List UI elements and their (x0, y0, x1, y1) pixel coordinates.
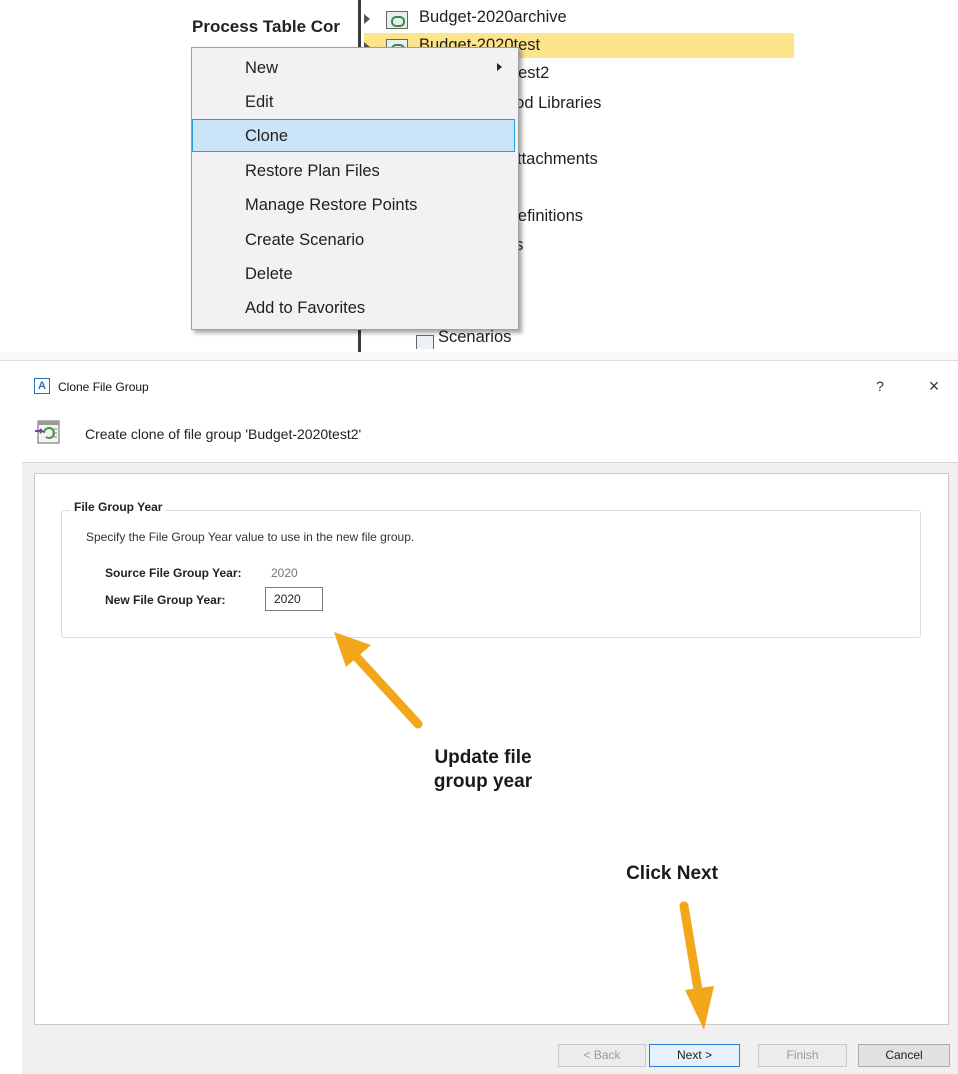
arrow-to-year-input (334, 632, 423, 729)
annotation-layer (334, 632, 714, 1030)
annotation-click-next: Click Next (626, 863, 718, 884)
arrow-to-next-button (679, 901, 714, 1030)
annotation-update-year: Update file group year (383, 746, 583, 794)
annotation-line: Update file (434, 747, 532, 768)
annotation-line: group year (433, 771, 533, 792)
